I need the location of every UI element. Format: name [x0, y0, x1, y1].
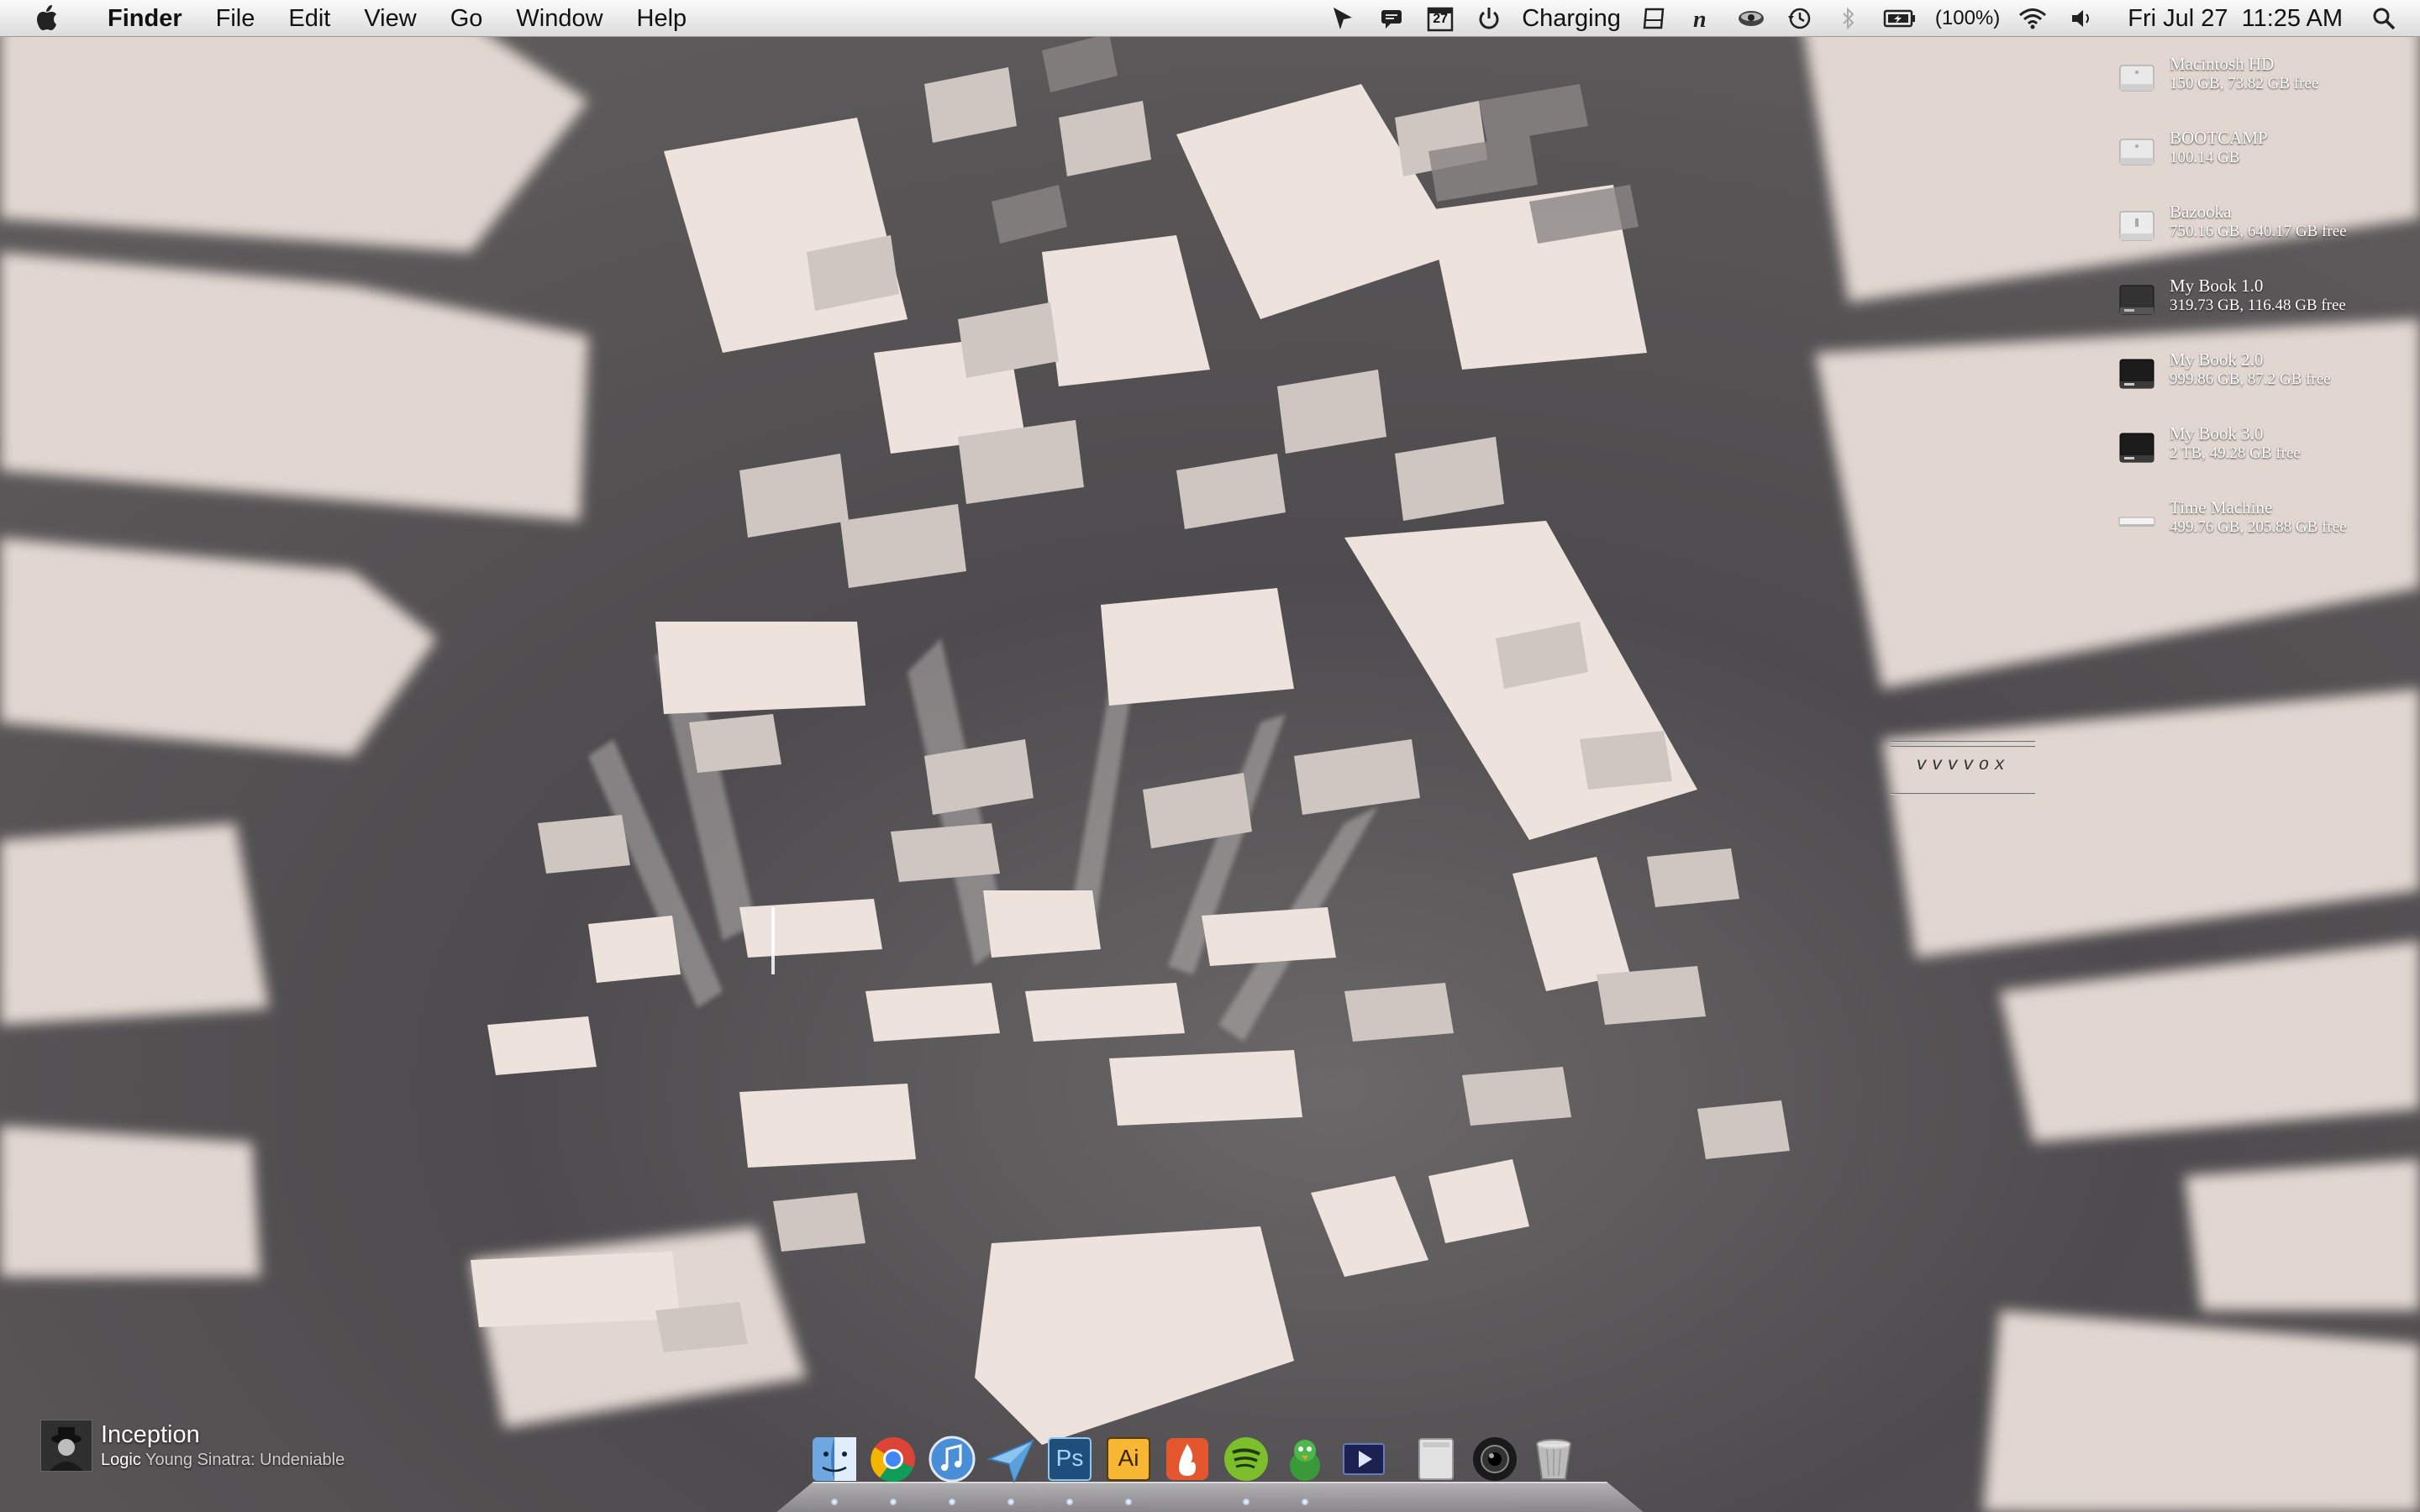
drive-size: 750.16 GB, 640.17 GB free	[2170, 223, 2347, 240]
photoshop-label: Ps	[1055, 1445, 1084, 1471]
adium-icon[interactable]	[1279, 1433, 1331, 1485]
drive-my-book-2[interactable]: My Book 2.0 999.86 GB, 87.2 GB free	[2118, 349, 2395, 423]
chrome-icon[interactable]	[867, 1433, 919, 1485]
drive-size: 319.73 GB, 116.48 GB free	[2170, 297, 2346, 314]
drive-size: 999.86 GB, 87.2 GB free	[2170, 370, 2331, 388]
external-drive-icon	[2119, 211, 2154, 241]
mac-pro-icon[interactable]	[1410, 1433, 1462, 1485]
album-art	[40, 1420, 92, 1472]
now-playing-artist: Logic	[101, 1451, 141, 1469]
itunes-icon[interactable]	[926, 1433, 978, 1485]
wifi-icon[interactable]	[2018, 4, 2047, 33]
clock[interactable]: Fri Jul 27 11:25 AM	[2128, 0, 2343, 37]
trash-icon[interactable]	[1528, 1433, 1580, 1485]
apple-menu-icon[interactable]	[32, 3, 60, 34]
drive-name: My Book 3.0	[2170, 423, 2264, 444]
drive-my-book-1[interactable]: My Book 1.0 319.73 GB, 116.48 GB free	[2118, 276, 2395, 349]
desktop[interactable]: Finder File Edit View Go Window Help 27 …	[0, 0, 2420, 1512]
drive-name: Bazooka	[2170, 202, 2232, 222]
power-icon[interactable]	[1475, 4, 1503, 33]
drive-name: Time Machine	[2170, 497, 2273, 517]
battery-icon[interactable]	[1883, 4, 1917, 33]
drive-my-book-3[interactable]: My Book 3.0 2 TB, 49.28 GB free	[2118, 423, 2395, 497]
illustrator-label: Ai	[1118, 1445, 1139, 1471]
dock-shelf	[775, 1482, 1645, 1512]
drive-name: BOOTCAMP	[2170, 128, 2268, 148]
drive-bazooka[interactable]: Bazooka 750.16 GB, 640.17 GB free	[2118, 202, 2395, 276]
video-player-icon[interactable]	[1338, 1433, 1390, 1485]
spotify-icon[interactable]	[1220, 1433, 1272, 1485]
now-playing-album: Young Sinatra: Undeniable	[145, 1451, 345, 1469]
mail-icon[interactable]	[985, 1433, 1037, 1485]
running-indicator	[1243, 1499, 1249, 1505]
now-playing-title: Inception	[101, 1421, 200, 1448]
drive-time-machine[interactable]: Time Machine 499.76 GB, 205.88 GB free	[2118, 497, 2395, 571]
running-indicator	[949, 1499, 955, 1505]
menu-help[interactable]: Help	[620, 0, 704, 37]
menu-edit[interactable]: Edit	[271, 0, 347, 37]
illustrator-icon[interactable]: Ai	[1102, 1433, 1155, 1485]
drive-name: My Book 1.0	[2170, 276, 2264, 296]
drive-size: 499.76 GB, 205.88 GB free	[2170, 518, 2347, 536]
spotlight-icon[interactable]	[2370, 4, 2398, 33]
menu-file[interactable]: File	[199, 0, 272, 37]
drive-name: Macintosh HD	[2170, 54, 2275, 74]
widget-top-line	[1891, 741, 2035, 743]
time-machine-icon[interactable]	[1786, 4, 1814, 33]
time-capsule-drive-icon	[2118, 517, 2155, 527]
running-indicator	[1302, 1499, 1308, 1505]
drive-size: 100.14 GB	[2170, 149, 2240, 166]
widget-text: vvvvox	[1916, 756, 2010, 775]
notepad-icon[interactable]	[1639, 4, 1668, 33]
finder-icon[interactable]	[808, 1433, 860, 1485]
drive-size: 150 GB, 73.82 GB free	[2170, 75, 2319, 92]
bluetooth-icon[interactable]	[1834, 4, 1863, 33]
dock: Ps Ai	[775, 1428, 1645, 1512]
eye-icon[interactable]	[1737, 4, 1765, 33]
desktop-drives: Macintosh HD 150 GB, 73.82 GB free BOOTC…	[2118, 54, 2395, 571]
camera-icon[interactable]	[1469, 1433, 1521, 1485]
drive-bootcamp[interactable]: BOOTCAMP 100.14 GB	[2118, 128, 2395, 202]
desktop-widget[interactable]: vvvvox	[1891, 739, 2035, 798]
internal-drive-icon	[2119, 65, 2154, 92]
wallpaper	[0, 0, 2420, 1512]
menu-window[interactable]: Window	[499, 0, 619, 37]
widget-top-line-2	[1891, 746, 2035, 748]
menu-go[interactable]: Go	[434, 0, 500, 37]
cursor-icon[interactable]	[1328, 4, 1357, 33]
menu-view[interactable]: View	[347, 0, 433, 37]
menu-bar: Finder File Edit View Go Window Help 27 …	[0, 0, 2420, 37]
menu-finder[interactable]: Finder	[91, 0, 199, 37]
drive-name: My Book 2.0	[2170, 349, 2264, 370]
running-indicator	[831, 1499, 838, 1505]
drive-size: 2 TB, 49.28 GB free	[2170, 444, 2301, 462]
external-drive-icon	[2119, 285, 2154, 315]
photoshop-icon[interactable]: Ps	[1044, 1433, 1096, 1485]
running-indicator	[890, 1499, 897, 1505]
internal-drive-icon	[2119, 139, 2154, 165]
running-indicator	[1066, 1499, 1073, 1505]
battery-percent: (100%)	[1934, 7, 2001, 29]
n-app-icon[interactable]: n	[1688, 4, 1717, 33]
calendar-day: 27	[1433, 12, 1449, 26]
svg-text:n: n	[1693, 7, 1707, 31]
running-indicator	[1007, 1499, 1014, 1505]
external-drive-icon	[2119, 359, 2154, 389]
volume-icon[interactable]	[2067, 4, 2096, 33]
charging-status: Charging	[1522, 5, 1621, 32]
calendar-icon[interactable]: 27	[1426, 4, 1455, 33]
app-flame-icon[interactable]	[1161, 1433, 1213, 1485]
external-drive-icon	[2119, 433, 2154, 463]
messages-icon[interactable]	[1377, 4, 1406, 33]
running-indicator	[1125, 1499, 1132, 1505]
widget-bottom-line	[1891, 793, 2035, 795]
now-playing-widget[interactable]: Inception Logic Young Sinatra: Undeniabl…	[40, 1420, 345, 1472]
drive-macintosh-hd[interactable]: Macintosh HD 150 GB, 73.82 GB free	[2118, 54, 2395, 128]
